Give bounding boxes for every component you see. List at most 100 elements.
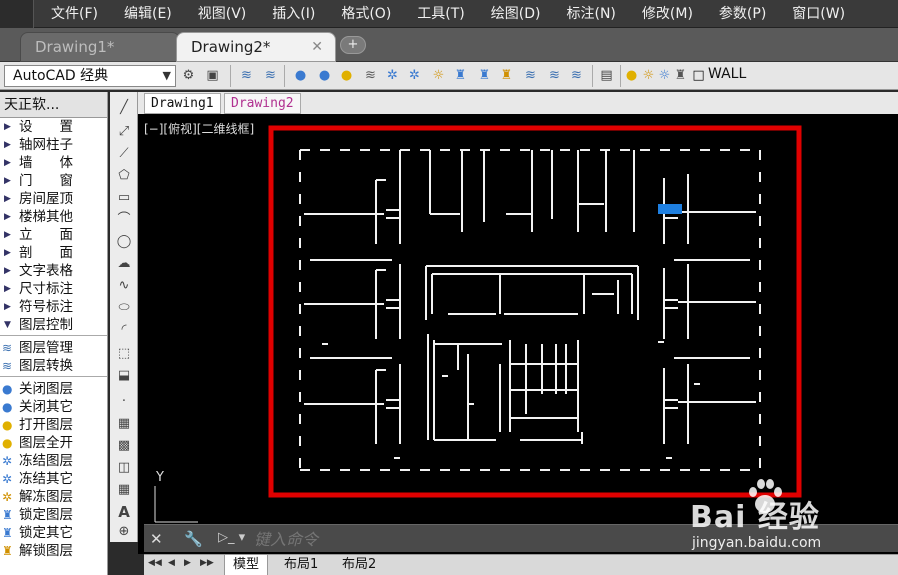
gradient-icon[interactable]: ▩ <box>114 436 134 456</box>
unlock-icon[interactable]: ♜ <box>498 67 515 84</box>
palette-layer-op-0[interactable]: ● 关闭图层 <box>0 380 107 398</box>
menu-format[interactable]: 格式(O) <box>324 0 400 28</box>
file-tab-drawing2[interactable]: Drawing2* ✕ <box>176 32 336 62</box>
palette-layer-op-8[interactable]: ♜ 锁定其它 <box>0 524 107 542</box>
selected-grip[interactable] <box>658 204 682 214</box>
arc-icon[interactable]: ⌒ <box>114 210 134 230</box>
ellipse-icon[interactable]: ⬭ <box>114 298 134 318</box>
freeze-others-icon[interactable]: ✲ <box>406 67 423 84</box>
viewport-controls-label[interactable]: [−][俯视][二维线框] <box>144 120 254 137</box>
cloud-icon[interactable]: ☁ <box>114 254 134 274</box>
palette-group-7[interactable]: ▶ 剖 面 <box>0 244 107 262</box>
palette-group-11[interactable]: ▼ 图层控制 <box>0 316 107 334</box>
add-selected-icon[interactable]: ⊕ <box>114 522 134 542</box>
sun-icon[interactable]: ☼ <box>430 67 447 84</box>
palette-layer-op-6[interactable]: ✲ 解冻图层 <box>0 488 107 506</box>
file-tab-drawing1[interactable]: Drawing1* <box>20 32 180 62</box>
palette-title[interactable]: 天正软... <box>0 92 107 118</box>
layer-vp-freeze-icon[interactable]: ☼ <box>656 67 673 84</box>
menu-file[interactable]: 文件(F) <box>34 0 107 28</box>
gear-icon[interactable]: ⚙ <box>180 67 197 84</box>
close-command-line-icon[interactable]: ✕ <box>150 530 163 548</box>
palette-layer-op-3[interactable]: ● 图层全开 <box>0 434 107 452</box>
palette-layer-op-1[interactable]: ● 关闭其它 <box>0 398 107 416</box>
ellipse-arc-icon[interactable]: ◜ <box>114 320 134 340</box>
layout-tab-layout1[interactable]: 布局1 <box>276 555 326 575</box>
point-icon[interactable]: · <box>114 392 134 412</box>
polygon-icon[interactable]: ⬠ <box>114 166 134 186</box>
layer-walk-icon[interactable]: ≋ <box>546 67 563 84</box>
region-icon[interactable]: ◫ <box>114 458 134 478</box>
palette-layer-op-5[interactable]: ✲ 冻结其它 <box>0 470 107 488</box>
spline-icon[interactable]: ∿ <box>114 276 134 296</box>
layout-tab-layout2[interactable]: 布局2 <box>334 555 384 575</box>
menu-parametric[interactable]: 参数(P) <box>702 0 775 28</box>
palette-group-6[interactable]: ▶ 立 面 <box>0 226 107 244</box>
layer-unlock-icon[interactable]: ♜ <box>672 67 689 84</box>
layer-on-icon[interactable]: ● <box>623 67 640 84</box>
palette-group-3[interactable]: ▶ 门 窗 <box>0 172 107 190</box>
workspace-select[interactable]: AutoCAD 经典 ▼ <box>4 65 176 87</box>
layer-thaw-icon[interactable]: ☼ <box>640 67 657 84</box>
lock-icon[interactable]: ♜ <box>452 67 469 84</box>
first-layout-icon[interactable]: ◀◀ <box>148 558 162 568</box>
drawing-tab-drawing2[interactable]: Drawing2 <box>224 93 301 114</box>
freeze-icon[interactable]: ✲ <box>384 67 401 84</box>
palette-group-0[interactable]: ▶ 设 置 <box>0 118 107 136</box>
menu-modify[interactable]: 修改(M) <box>625 0 702 28</box>
palette-group-9[interactable]: ▶ 尺寸标注 <box>0 280 107 298</box>
line-icon[interactable]: ╱ <box>114 98 134 118</box>
close-icon[interactable]: ✕ <box>311 39 323 55</box>
palette-group-8[interactable]: ▶ 文字表格 <box>0 262 107 280</box>
current-layer-name[interactable]: WALL <box>708 66 746 82</box>
menu-draw[interactable]: 绘图(D) <box>474 0 550 28</box>
insert-block-icon[interactable]: ⬚ <box>114 344 134 364</box>
wrench-icon[interactable]: 🔧 <box>184 530 203 548</box>
palette-layer-tool-1[interactable]: ≋ 图层转换 <box>0 357 107 375</box>
palette-group-10[interactable]: ▶ 符号标注 <box>0 298 107 316</box>
palette-layer-tool-0[interactable]: ≋ 图层管理 <box>0 339 107 357</box>
circle-icon[interactable]: ◯ <box>114 232 134 252</box>
menu-insert[interactable]: 插入(I) <box>255 0 324 28</box>
layer-isolate-icon[interactable]: ≋ <box>362 67 379 84</box>
command-history-prompt[interactable]: ▷_ ▾ <box>218 530 245 545</box>
menu-tools[interactable]: 工具(T) <box>400 0 473 28</box>
palette-layer-op-2[interactable]: ● 打开图层 <box>0 416 107 434</box>
menu-dimension[interactable]: 标注(N) <box>550 0 625 28</box>
bulb-on-icon[interactable]: ● <box>338 67 355 84</box>
bulb-off-icon[interactable]: ● <box>316 67 333 84</box>
palette-layer-op-4[interactable]: ✲ 冻结图层 <box>0 452 107 470</box>
layer-color-swatch[interactable]: □ <box>690 67 707 84</box>
rectangle-icon[interactable]: ▭ <box>114 188 134 208</box>
lock-others-icon[interactable]: ♜ <box>476 67 493 84</box>
palette-group-4[interactable]: ▶ 房间屋顶 <box>0 190 107 208</box>
polyline-icon[interactable]: ⟋ <box>114 144 134 164</box>
menu-edit[interactable]: 编辑(E) <box>107 0 181 28</box>
palette-group-1[interactable]: ▶ 轴网柱子 <box>0 136 107 154</box>
palette-group-2[interactable]: ▶ 墙 体 <box>0 154 107 172</box>
layer-manager-icon[interactable]: ▤ <box>598 67 615 84</box>
palette-layer-op-9[interactable]: ♜ 解锁图层 <box>0 542 107 560</box>
table-icon[interactable]: ▦ <box>114 480 134 500</box>
next-layout-icon[interactable]: ▶ <box>184 558 191 568</box>
application-button[interactable] <box>0 0 34 28</box>
menu-view[interactable]: 视图(V) <box>181 0 256 28</box>
workspace-settings-icon[interactable]: ▣ <box>204 67 221 84</box>
menu-window[interactable]: 窗口(W) <box>775 0 854 28</box>
hatch-icon[interactable]: ▦ <box>114 414 134 434</box>
palette-group-5[interactable]: ▶ 楼梯其他 <box>0 208 107 226</box>
construction-line-icon[interactable]: ⤢ <box>114 122 134 142</box>
layer-merge-icon[interactable]: ≋ <box>568 67 585 84</box>
prev-layout-icon[interactable]: ◀ <box>168 558 175 568</box>
text-icon[interactable]: A <box>114 502 134 522</box>
last-layout-icon[interactable]: ▶▶ <box>200 558 214 568</box>
make-block-icon[interactable]: ⬓ <box>114 366 134 386</box>
palette-layer-op-7[interactable]: ♜ 锁定图层 <box>0 506 107 524</box>
layer-state-icon[interactable]: ≋ <box>262 67 279 84</box>
layer-properties-icon[interactable]: ≋ <box>238 67 255 84</box>
drawing-tab-drawing1[interactable]: Drawing1 <box>144 93 221 114</box>
layer-match-icon[interactable]: ≋ <box>522 67 539 84</box>
bulb-icon[interactable]: ● <box>292 67 309 84</box>
layout-tab-model[interactable]: 模型 <box>224 555 269 575</box>
new-tab-button[interactable]: + <box>340 36 366 54</box>
